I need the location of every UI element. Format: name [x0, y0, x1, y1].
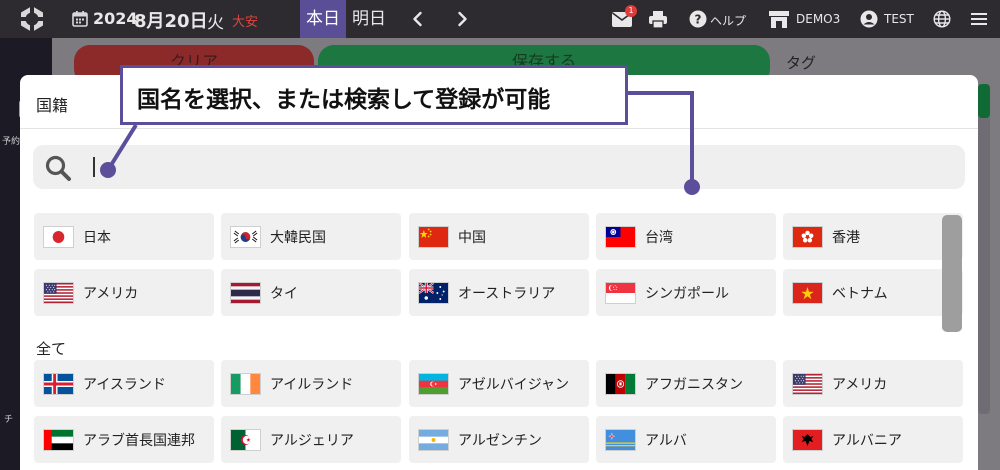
ireland-flag-icon [230, 372, 261, 395]
printer-icon[interactable] [648, 9, 668, 29]
aruba-flag-icon [605, 428, 636, 451]
country-button-uae[interactable]: アラブ首長国連邦 [34, 416, 214, 463]
country-button-korea[interactable]: 大韓民国 [221, 213, 401, 260]
country-button-japan[interactable]: 日本 [34, 213, 214, 260]
country-button-iceland[interactable]: アイスランド [34, 360, 214, 407]
chevron-left-icon[interactable] [409, 10, 427, 28]
modal-divider [20, 128, 978, 129]
country-name: アフガニスタン [645, 376, 743, 393]
thailand-flag-icon [230, 281, 261, 304]
date-rokuyo: 大安 [232, 15, 259, 30]
country-name: シンガポール [645, 285, 729, 302]
country-name: ベトナム [832, 285, 888, 302]
country-name: オーストラリア [458, 285, 556, 302]
china-flag-icon [418, 225, 449, 248]
user-icon[interactable] [860, 10, 878, 28]
country-name: アルバ [645, 432, 687, 449]
taiwan-flag-icon [605, 225, 636, 248]
tag-label: タグ [786, 54, 817, 72]
date-month-day[interactable]: 8月20日 [134, 7, 208, 33]
usa-flag-icon [43, 281, 74, 304]
country-button-usa[interactable]: アメリカ [783, 360, 963, 407]
country-name: アイスランド [83, 376, 166, 393]
uae-flag-icon [43, 428, 74, 451]
help-icon[interactable]: ? [689, 10, 707, 28]
country-name: 台湾 [645, 229, 673, 246]
country-button-afghanistan[interactable]: アフガニスタン [596, 360, 776, 407]
country-button-china[interactable]: 中国 [409, 213, 589, 260]
search-input[interactable] [91, 145, 951, 189]
nationality-modal: 国籍 日本 大韓民国 中国 台湾 香港アメリカ タイ オーストラリア シンガポール ベトナム 全… [20, 75, 978, 470]
user-label[interactable]: TEST [884, 12, 914, 26]
azerbaijan-flag-icon [418, 372, 449, 395]
store-label[interactable]: DEMO3 [796, 12, 840, 26]
date-weekday: 火 [207, 13, 224, 33]
country-button-aruba[interactable]: アルバ [596, 416, 776, 463]
country-name: アラブ首長国連邦 [83, 432, 195, 449]
country-button-hongkong[interactable]: 香港 [783, 213, 963, 260]
usa-flag-icon [792, 372, 823, 395]
country-button-azerbaijan[interactable]: アゼルバイジャン [409, 360, 589, 407]
country-name: 日本 [83, 229, 111, 246]
country-name: アメリカ [832, 376, 888, 393]
annotation-callout: 国名を選択、または検索して登録が可能 [120, 65, 628, 125]
algeria-flag-icon [230, 428, 261, 451]
country-button-vietnam[interactable]: ベトナム [783, 269, 963, 316]
search-box[interactable] [33, 145, 965, 189]
mail-badge: 1 [625, 5, 637, 17]
korea-flag-icon [230, 225, 261, 248]
chevron-right-icon[interactable] [453, 10, 471, 28]
search-icon [44, 154, 72, 182]
iceland-flag-icon [43, 372, 74, 395]
country-button-thailand[interactable]: タイ [221, 269, 401, 316]
japan-flag-icon [43, 225, 74, 248]
date-year[interactable]: 2024 [93, 9, 138, 28]
country-name: アゼルバイジャン [458, 376, 570, 393]
text-caret [93, 157, 95, 177]
australia-flag-icon [418, 281, 449, 304]
tomorrow-button[interactable]: 明日 [352, 0, 386, 38]
country-button-ireland[interactable]: アイルランド [221, 360, 401, 407]
store-icon[interactable] [768, 9, 790, 29]
country-name: 中国 [458, 229, 486, 246]
country-name: アイルランド [270, 376, 354, 393]
country-button-singapore[interactable]: シンガポール [596, 269, 776, 316]
country-button-algeria[interactable]: アルジェリア [221, 416, 401, 463]
albania-flag-icon [792, 428, 823, 451]
menu-icon[interactable] [970, 10, 988, 28]
globe-icon[interactable] [933, 10, 951, 28]
country-name: アルバニア [832, 432, 902, 449]
country-name: アメリカ [83, 285, 139, 302]
country-name: 大韓民国 [270, 229, 326, 246]
modal-title: 国籍 [36, 96, 69, 115]
afghanistan-flag-icon [605, 372, 636, 395]
country-name: タイ [270, 285, 298, 302]
country-name: 香港 [832, 229, 860, 246]
country-name: アルゼンチン [458, 432, 542, 449]
today-button[interactable]: 本日 [300, 0, 346, 38]
app-logo[interactable] [18, 5, 46, 33]
country-button-usa[interactable]: アメリカ [34, 269, 214, 316]
sidebar-label-reservation[interactable]: 予約 [2, 134, 20, 147]
country-button-australia[interactable]: オーストラリア [409, 269, 589, 316]
background-right-panel [978, 84, 990, 414]
calendar-icon[interactable] [72, 10, 88, 27]
argentina-flag-icon [418, 428, 449, 451]
top-bar: 2024 8月20日 火 大安 本日 明日 1 ? ヘルプ DEMO3 TEST [0, 0, 1000, 38]
scrollbar[interactable] [942, 215, 962, 332]
callout-text: 国名を選択、または検索して登録が可能 [137, 87, 551, 113]
country-button-albania[interactable]: アルバニア [783, 416, 963, 463]
vietnam-flag-icon [792, 281, 823, 304]
svg-text:?: ? [695, 13, 702, 27]
help-label[interactable]: ヘルプ [710, 12, 746, 29]
sidebar-label-check[interactable]: チ [4, 412, 13, 425]
background-green-button [978, 84, 990, 118]
singapore-flag-icon [605, 281, 636, 304]
hongkong-flag-icon [792, 225, 823, 248]
country-button-argentina[interactable]: アルゼンチン [409, 416, 589, 463]
country-name: アルジェリア [270, 432, 354, 449]
country-button-taiwan[interactable]: 台湾 [596, 213, 776, 260]
all-countries-label: 全て [36, 340, 67, 358]
